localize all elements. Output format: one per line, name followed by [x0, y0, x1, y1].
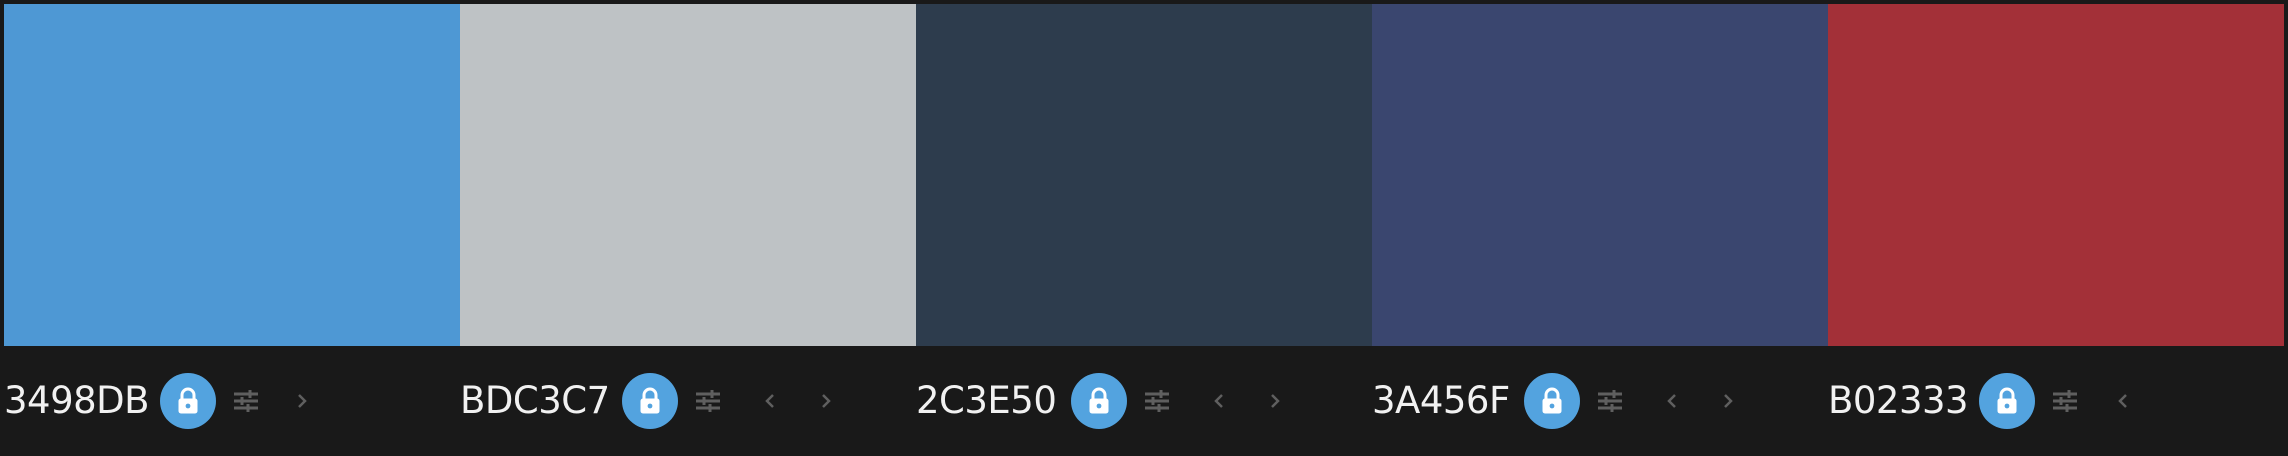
adjust-icon: [232, 389, 260, 413]
lock-button[interactable]: [160, 373, 216, 429]
color-controls-1: 3498DB: [4, 346, 460, 456]
hex-code[interactable]: 2C3E50: [916, 346, 1057, 456]
lock-icon: [176, 387, 200, 415]
color-swatch-1[interactable]: [4, 4, 460, 346]
color-swatch-4[interactable]: [1372, 4, 1828, 346]
swatch-controls-bar: 3498DB BDC3C7 2C3E50 3A456F B02333: [4, 346, 2284, 456]
color-swatch-5[interactable]: [1828, 4, 2284, 346]
adjust-icon: [694, 389, 722, 413]
lock-icon: [638, 387, 662, 415]
color-palette: 3498DB BDC3C7 2C3E50 3A456F B02333: [0, 0, 2288, 456]
adjust-button[interactable]: [1139, 383, 1175, 419]
move-right-button[interactable]: [1257, 383, 1293, 419]
swatch-strip: [4, 4, 2284, 346]
adjust-icon: [1596, 389, 1624, 413]
move-left-button[interactable]: [1201, 383, 1237, 419]
move-right-button[interactable]: [1710, 383, 1746, 419]
color-swatch-3[interactable]: [916, 4, 1372, 346]
color-controls-2: BDC3C7: [460, 346, 916, 456]
color-controls-4: 3A456F: [1372, 346, 1828, 456]
move-left-button[interactable]: [752, 383, 788, 419]
move-right-button[interactable]: [808, 383, 844, 419]
chevron-left-icon: [763, 391, 777, 411]
hex-code[interactable]: BDC3C7: [460, 346, 610, 456]
chevron-right-icon: [295, 391, 309, 411]
lock-icon: [1995, 387, 2019, 415]
chevron-right-icon: [1721, 391, 1735, 411]
chevron-right-icon: [1268, 391, 1282, 411]
adjust-icon: [2051, 389, 2079, 413]
lock-button[interactable]: [622, 373, 678, 429]
lock-button[interactable]: [1524, 373, 1580, 429]
hex-code[interactable]: 3A456F: [1372, 346, 1510, 456]
adjust-icon: [1143, 389, 1171, 413]
hex-code[interactable]: B02333: [1828, 346, 1969, 456]
adjust-button[interactable]: [228, 383, 264, 419]
adjust-button[interactable]: [690, 383, 726, 419]
chevron-left-icon: [1212, 391, 1226, 411]
lock-button[interactable]: [1979, 373, 2035, 429]
color-swatch-2[interactable]: [460, 4, 916, 346]
adjust-button[interactable]: [2047, 383, 2083, 419]
move-left-button[interactable]: [1654, 383, 1690, 419]
move-right-button[interactable]: [284, 383, 320, 419]
lock-icon: [1540, 387, 1564, 415]
lock-button[interactable]: [1071, 373, 1127, 429]
move-left-button[interactable]: [2105, 383, 2141, 419]
hex-code[interactable]: 3498DB: [4, 346, 150, 456]
chevron-right-icon: [819, 391, 833, 411]
adjust-button[interactable]: [1592, 383, 1628, 419]
color-controls-5: B02333: [1828, 346, 2284, 456]
chevron-left-icon: [2116, 391, 2130, 411]
lock-icon: [1087, 387, 1111, 415]
color-controls-3: 2C3E50: [916, 346, 1372, 456]
chevron-left-icon: [1665, 391, 1679, 411]
